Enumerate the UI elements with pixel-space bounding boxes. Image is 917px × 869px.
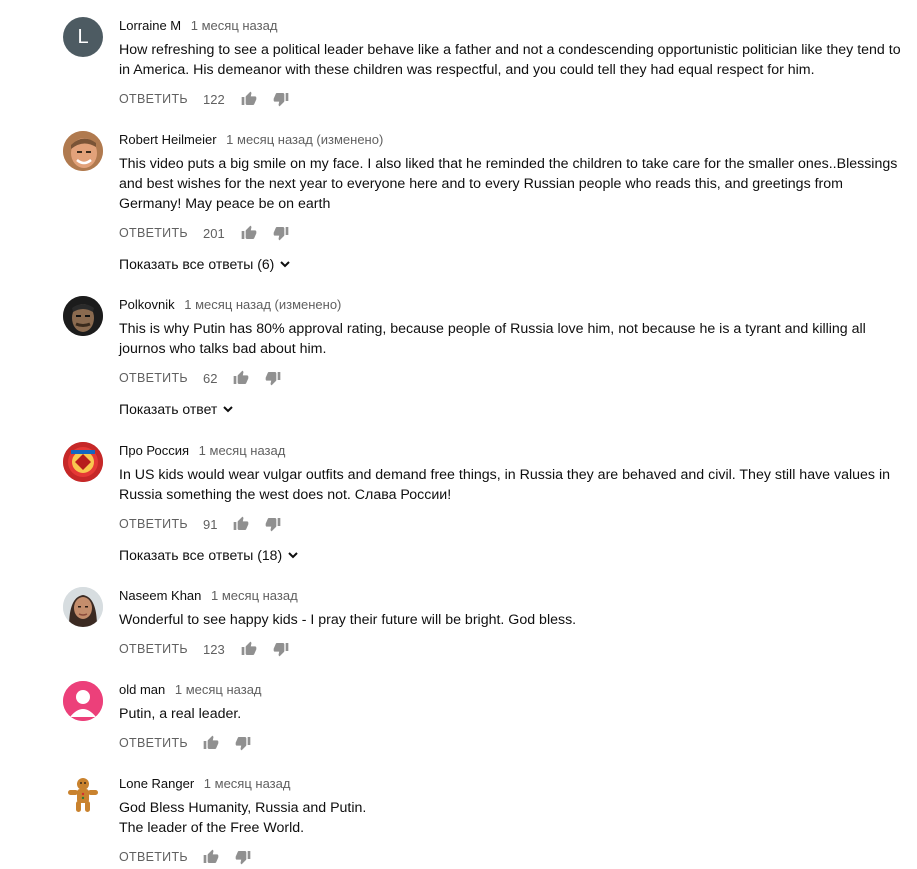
avatar[interactable] bbox=[63, 442, 103, 482]
reply-button[interactable]: ОТВЕТИТЬ bbox=[119, 642, 203, 656]
avatar[interactable]: L bbox=[63, 17, 103, 57]
thumb-down-icon[interactable] bbox=[273, 641, 289, 657]
comment-time[interactable]: 1 месяц назад bbox=[199, 443, 286, 458]
chevron-down-icon bbox=[222, 403, 234, 415]
avatar[interactable] bbox=[63, 296, 103, 336]
comment-time[interactable]: 1 месяц назад (изменено) bbox=[226, 132, 383, 147]
comment-time[interactable]: 1 месяц назад bbox=[211, 588, 298, 603]
avatar[interactable] bbox=[63, 681, 103, 721]
show-replies-label: Показать все ответы (18) bbox=[119, 547, 283, 563]
chevron-down-icon bbox=[279, 258, 291, 270]
thumb-down-icon[interactable] bbox=[273, 225, 289, 241]
reply-button[interactable]: ОТВЕТИТЬ bbox=[119, 736, 203, 750]
thumb-up-icon[interactable] bbox=[241, 225, 257, 241]
show-replies-label: Показать ответ bbox=[119, 401, 218, 417]
thumb-up-icon[interactable] bbox=[241, 641, 257, 657]
comment-time[interactable]: 1 месяц назад (изменено) bbox=[184, 297, 341, 312]
thumb-up-icon[interactable] bbox=[233, 516, 249, 532]
comment-text: Wonderful to see happy kids - I pray the… bbox=[119, 612, 577, 628]
comment-author[interactable]: Lorraine M bbox=[119, 18, 181, 33]
avatar[interactable] bbox=[63, 131, 103, 171]
reply-button[interactable]: ОТВЕТИТЬ bbox=[119, 517, 203, 531]
comment-author[interactable]: Naseem Khan bbox=[119, 588, 201, 603]
thumb-down-icon[interactable] bbox=[265, 370, 281, 386]
like-count: 201 bbox=[203, 225, 225, 241]
like-count: 122 bbox=[203, 91, 225, 107]
reply-button[interactable]: ОТВЕТИТЬ bbox=[119, 371, 203, 385]
comment-text: How refreshing to see a political leader… bbox=[119, 42, 901, 78]
thumb-down-icon[interactable] bbox=[265, 516, 281, 532]
like-count: 62 bbox=[203, 370, 218, 386]
comment-author[interactable]: Robert Heilmeier bbox=[119, 132, 217, 147]
comment-time[interactable]: 1 месяц назад bbox=[204, 776, 291, 791]
avatar-photo bbox=[63, 587, 103, 627]
thumb-up-icon[interactable] bbox=[241, 91, 257, 107]
thumb-down-icon[interactable] bbox=[273, 91, 289, 107]
thumb-up-icon[interactable] bbox=[203, 849, 219, 865]
avatar-photo bbox=[63, 131, 103, 171]
comment-text: This is why Putin has 80% approval ratin… bbox=[119, 321, 866, 357]
reply-button[interactable]: ОТВЕТИТЬ bbox=[119, 92, 203, 106]
comment-author[interactable]: Lone Ranger bbox=[119, 776, 194, 791]
comment-time[interactable]: 1 месяц назад bbox=[191, 18, 278, 33]
avatar-photo bbox=[63, 442, 103, 482]
comment-text: Putin, a real leader. bbox=[119, 706, 242, 722]
reply-button[interactable]: ОТВЕТИТЬ bbox=[119, 226, 203, 240]
show-replies-button[interactable]: Показать все ответы (18) bbox=[119, 544, 903, 566]
avatar-letter: L bbox=[77, 25, 89, 48]
comment-text: God Bless Humanity, Russia and Putin. Th… bbox=[119, 800, 367, 836]
like-count: 91 bbox=[203, 516, 218, 532]
show-replies-label: Показать все ответы (6) bbox=[119, 256, 275, 272]
default-avatar-icon bbox=[63, 681, 103, 721]
comment-author[interactable]: Про Россия bbox=[119, 443, 189, 458]
show-replies-button[interactable]: Показать все ответы (6) bbox=[119, 253, 903, 275]
thumb-up-icon[interactable] bbox=[233, 370, 249, 386]
comment-author[interactable]: old man bbox=[119, 682, 165, 697]
chevron-down-icon bbox=[287, 549, 299, 561]
comment-time[interactable]: 1 месяц назад bbox=[175, 682, 262, 697]
thumb-down-icon[interactable] bbox=[235, 849, 251, 865]
gingerbread-avatar-icon bbox=[63, 775, 103, 815]
comment-text: In US kids would wear vulgar outfits and… bbox=[119, 467, 891, 503]
avatar-photo bbox=[63, 296, 103, 336]
thumb-down-icon[interactable] bbox=[235, 735, 251, 751]
comment-author[interactable]: Polkovnik bbox=[119, 297, 175, 312]
avatar[interactable] bbox=[63, 775, 103, 815]
show-replies-button[interactable]: Показать ответ bbox=[119, 398, 903, 420]
reply-button[interactable]: ОТВЕТИТЬ bbox=[119, 850, 203, 864]
like-count: 123 bbox=[203, 641, 225, 657]
thumb-up-icon[interactable] bbox=[203, 735, 219, 751]
avatar[interactable] bbox=[63, 587, 103, 627]
comment-text: This video puts a big smile on my face. … bbox=[119, 156, 898, 212]
